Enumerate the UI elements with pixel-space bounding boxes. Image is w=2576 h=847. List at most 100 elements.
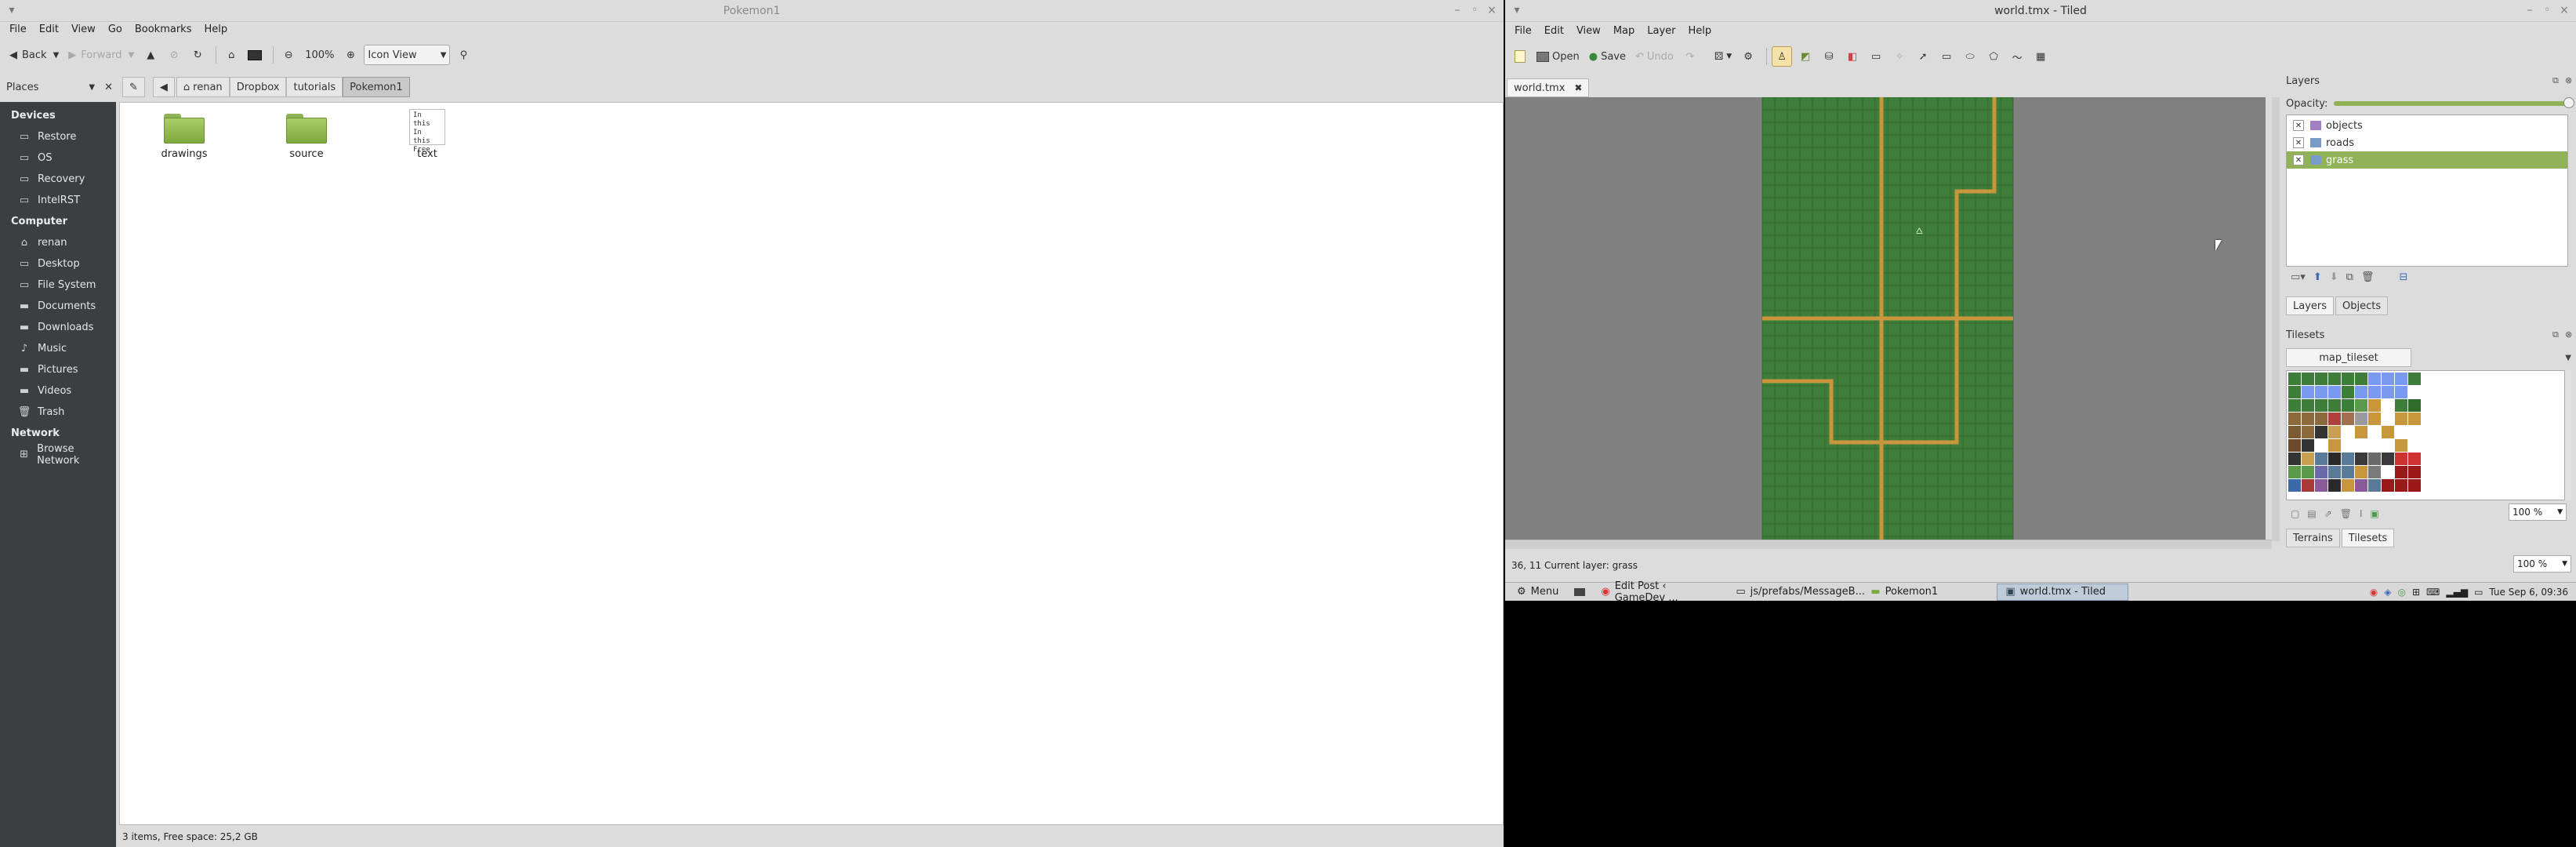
sidebar-item-trash[interactable]: 🗑 Trash — [0, 402, 116, 423]
tileset-tile[interactable] — [2288, 439, 2301, 452]
sidebar-item-pictures[interactable]: ▬ Pictures — [0, 359, 116, 380]
tab-tilesets[interactable]: Tilesets — [2341, 529, 2395, 547]
tileset-tile[interactable] — [2342, 399, 2354, 412]
tileset-tile[interactable] — [2288, 399, 2301, 412]
lower-layer-icon[interactable]: ⬇ — [2330, 271, 2338, 289]
tileset-tile[interactable] — [2395, 453, 2407, 465]
menu-help[interactable]: Help — [198, 24, 234, 35]
random-mode-button[interactable]: ⚄ ▼ — [1711, 46, 1735, 67]
sidebar-item-documents[interactable]: ▬ Documents — [0, 296, 116, 317]
tileset-tile[interactable] — [2342, 426, 2354, 438]
breadcrumb-left-arrow[interactable]: ◀ — [152, 77, 175, 97]
tileset-view[interactable] — [2286, 370, 2565, 500]
insert-ellipse-button[interactable]: ⬭ — [1960, 46, 1980, 67]
chevron-down-icon[interactable]: ▼ — [2565, 354, 2571, 362]
magic-wand-button[interactable]: ✧ — [1889, 46, 1910, 67]
tileset-tile[interactable] — [2408, 373, 2421, 385]
tileset-tile[interactable] — [2382, 466, 2394, 478]
window-menu-icon[interactable]: ▾ — [1510, 4, 1524, 16]
tileset-tile[interactable] — [2328, 479, 2341, 492]
stamp-brush-button[interactable]: ♙ — [1772, 46, 1793, 67]
menu-view[interactable]: View — [1570, 25, 1607, 37]
duplicate-layer-icon[interactable]: ⧉ — [2346, 271, 2353, 289]
tileset-tile[interactable] — [2328, 426, 2341, 438]
tileset-tile[interactable] — [2408, 479, 2421, 492]
open-button[interactable]: Open — [1533, 46, 1583, 67]
tileset-tile[interactable] — [2382, 373, 2394, 385]
clock[interactable]: Tue Sep 6, 09:36 — [2489, 587, 2568, 598]
tileset-tile[interactable] — [2408, 413, 2421, 425]
tileset-tile[interactable] — [2382, 453, 2394, 465]
insert-polyline-button[interactable]: 〜 — [2007, 46, 2027, 67]
tileset-tile[interactable] — [2368, 439, 2381, 452]
insert-rectangle-button[interactable]: ▭ — [1936, 46, 1957, 67]
eraser-button[interactable]: ◧ — [1842, 46, 1863, 67]
visibility-checkbox[interactable]: ✕ — [2293, 137, 2304, 148]
tileset-tile[interactable] — [2408, 453, 2421, 465]
menu-go[interactable]: Go — [102, 24, 129, 35]
map-vertical-scrollbar[interactable] — [2272, 97, 2280, 541]
tileset-tile[interactable] — [2395, 386, 2407, 398]
shield-icon[interactable]: ◈ — [2384, 587, 2391, 598]
delete-layer-icon[interactable]: 🗑 — [2361, 271, 2375, 289]
home-button[interactable]: ⌂ — [221, 45, 241, 65]
tileset-tile[interactable] — [2315, 439, 2327, 452]
float-panel-icon[interactable]: ⧉ — [2552, 329, 2559, 340]
tileset-tile[interactable] — [2368, 386, 2381, 398]
tileset-tile[interactable] — [2288, 413, 2301, 425]
tileset-tile[interactable] — [2315, 453, 2327, 465]
tileset-tile[interactable] — [2395, 413, 2407, 425]
tileset-tile[interactable] — [2395, 466, 2407, 478]
tileset-tile[interactable] — [2288, 386, 2301, 398]
new-layer-icon[interactable]: ▭▾ — [2291, 271, 2306, 289]
tileset-tile[interactable] — [2328, 413, 2341, 425]
menu-file[interactable]: File — [3, 24, 33, 35]
tileset-tile[interactable] — [2342, 386, 2354, 398]
folder-source[interactable]: source — [259, 114, 354, 160]
tileset-tile[interactable] — [2382, 479, 2394, 492]
visibility-checkbox[interactable]: ✕ — [2293, 154, 2304, 165]
tileset-tile[interactable] — [2302, 479, 2314, 492]
sidebar-item-intelrst[interactable]: ▭ IntelRST — [0, 190, 116, 211]
close-icon[interactable]: × — [2557, 4, 2571, 16]
toggle-location-button[interactable]: ✎ — [122, 77, 145, 97]
chevron-down-icon[interactable]: ▼ — [89, 83, 95, 92]
tileset-tile[interactable] — [2355, 386, 2367, 398]
sidebar-item-restore[interactable]: ▭ Restore — [0, 126, 116, 147]
layer-row-roads[interactable]: ✕ roads — [2287, 134, 2567, 151]
update-icon[interactable]: ◎ — [2398, 587, 2406, 598]
tileset-tile[interactable] — [2368, 426, 2381, 438]
map-zoom-select[interactable]: 100 % ▼ — [2513, 555, 2571, 573]
tiled-titlebar[interactable]: ▾ world.tmx - Tiled – ◦ × — [1505, 0, 2576, 22]
sidebar-item-desktop[interactable]: ▭ Desktop — [0, 253, 116, 274]
maximize-icon[interactable]: ◦ — [1468, 4, 1482, 16]
menu-layer[interactable]: Layer — [1641, 25, 1682, 37]
tileset-tile[interactable] — [2302, 439, 2314, 452]
sidebar-item-renan[interactable]: ⌂ renan — [0, 232, 116, 253]
tab-world-tmx[interactable]: world.tmx ✖ — [1507, 78, 1590, 97]
terrain-brush-button[interactable]: ◩ — [1795, 46, 1816, 67]
tileset-tile[interactable] — [2328, 439, 2341, 452]
tileset-tile[interactable] — [2355, 426, 2367, 438]
tileset-tile[interactable] — [2368, 413, 2381, 425]
up-button[interactable]: ▲ — [140, 45, 161, 65]
menu-map[interactable]: Map — [1607, 25, 1641, 37]
task-pokemon1[interactable]: ▬ Pokemon1 — [1862, 583, 1994, 601]
breadcrumb-renan[interactable]: ⌂ renan — [176, 77, 230, 97]
tileset-tile[interactable] — [2342, 413, 2354, 425]
commands-button[interactable]: ⚙ — [1738, 46, 1758, 67]
import-tileset-icon[interactable]: ▤ — [2307, 508, 2316, 519]
tileset-tile[interactable] — [2328, 386, 2341, 398]
opacity-slider-handle[interactable] — [2563, 97, 2574, 108]
task-editor[interactable]: ▭ js/prefabs/MessageB... — [1727, 583, 1865, 601]
sidebar-item-music[interactable]: ♪ Music — [0, 338, 116, 359]
tileset-tile[interactable] — [2288, 466, 2301, 478]
minimize-icon[interactable]: – — [2523, 4, 2537, 16]
raise-layer-icon[interactable]: ⬆ — [2313, 271, 2322, 289]
tileset-tile[interactable] — [2302, 453, 2314, 465]
stop-button[interactable]: ⊘ — [164, 45, 184, 65]
menu-button[interactable]: ⚙ Menu — [1508, 583, 1567, 601]
file-view[interactable]: drawings source In this In this Free tex… — [119, 102, 1504, 825]
new-tileset-icon[interactable]: ▢ — [2291, 508, 2299, 519]
tileset-tile[interactable] — [2315, 373, 2327, 385]
